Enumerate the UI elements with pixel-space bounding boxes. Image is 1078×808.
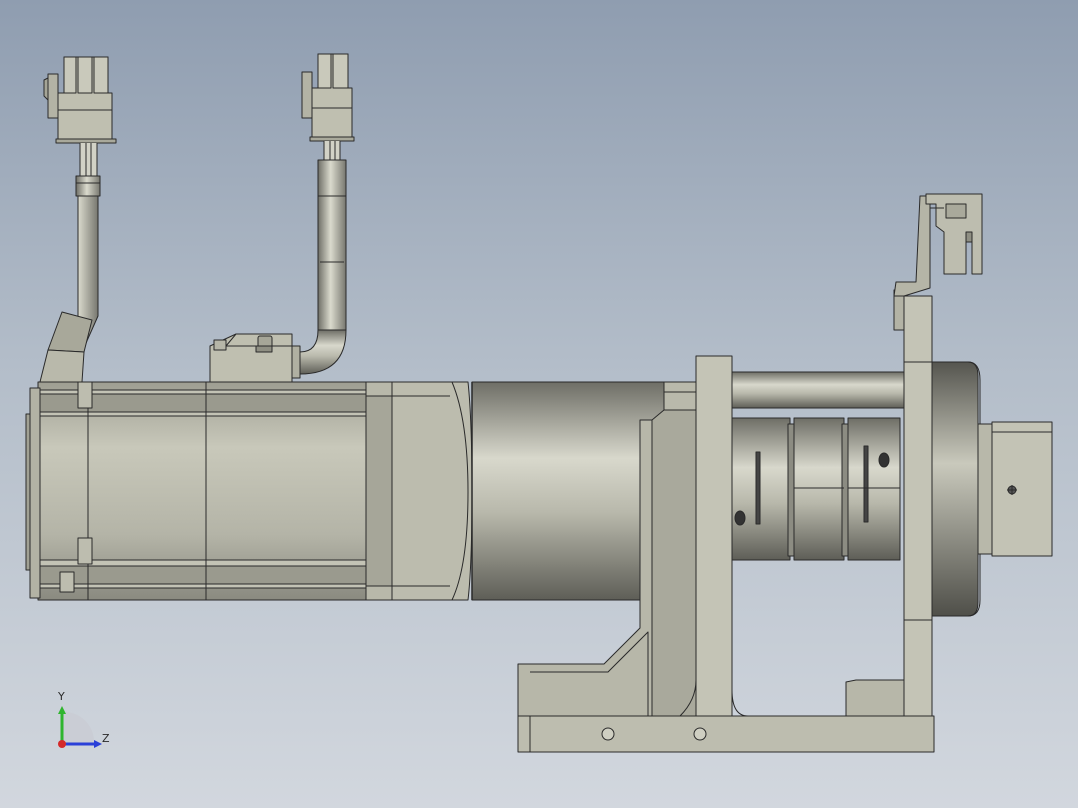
triad-z-label: Z <box>102 732 110 745</box>
servo-motor <box>25 381 473 601</box>
view-triad[interactable]: Y Z <box>57 690 110 748</box>
triad-y-label: Y <box>57 690 65 703</box>
bracket-right-post <box>903 295 933 717</box>
model-graphics[interactable]: Y Z <box>0 0 1078 808</box>
cable-middle <box>209 53 355 383</box>
cad-viewport[interactable]: Y Z <box>0 0 1078 808</box>
output-flange <box>931 361 1053 617</box>
guide-rod <box>731 371 905 409</box>
bracket-left-post <box>695 355 733 717</box>
output-shaft-block <box>991 421 1053 557</box>
motor-flange <box>391 381 473 601</box>
cable-left <box>39 56 117 383</box>
base-plate <box>517 715 935 753</box>
shaft-coupling <box>731 417 901 561</box>
triad-x-axis <box>58 740 66 748</box>
